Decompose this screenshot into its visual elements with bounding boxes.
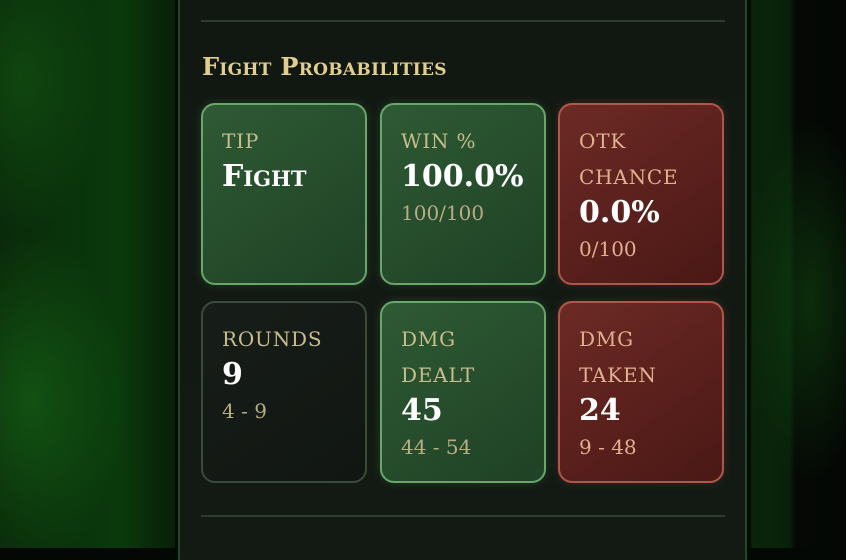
rounds-label: ROUNDS xyxy=(222,327,323,351)
otk-chance-label: OTK CHANCE xyxy=(579,129,679,189)
damage-dealt-value: 45 xyxy=(401,393,443,428)
win-percent-label: WIN % xyxy=(401,129,477,153)
tip-label: TIP xyxy=(222,129,260,153)
win-percent-detail: 100/100 xyxy=(401,201,485,225)
damage-taken-value: 24 xyxy=(579,393,621,428)
damage-taken-label: DMG TAKEN xyxy=(579,327,657,387)
tip-card: TIP Fight xyxy=(201,103,367,285)
win-percent-card: WIN % 100.0% 100/100 xyxy=(380,103,546,285)
otk-chance-value: 0.0% xyxy=(579,195,660,230)
win-percent-value: 100.0% xyxy=(401,159,524,194)
damage-taken-card: DMG TAKEN 24 9 - 48 xyxy=(558,301,724,483)
top-divider xyxy=(201,20,725,22)
damage-dealt-label: DMG DEALT xyxy=(401,327,476,387)
rounds-card: ROUNDS 9 4 - 9 xyxy=(201,301,367,483)
rounds-value: 9 xyxy=(222,357,243,392)
otk-chance-card: OTK CHANCE 0.0% 0/100 xyxy=(558,103,724,285)
damage-dealt-range: 44 - 54 xyxy=(401,435,472,459)
tip-value: Fight xyxy=(222,159,307,194)
bottom-divider xyxy=(201,515,725,517)
rounds-range: 4 - 9 xyxy=(222,399,267,423)
damage-taken-range: 9 - 48 xyxy=(579,435,637,459)
section-title: Fight Probabilities xyxy=(202,52,447,81)
damage-dealt-card: DMG DEALT 45 44 - 54 xyxy=(380,301,546,483)
otk-chance-detail: 0/100 xyxy=(579,237,637,261)
